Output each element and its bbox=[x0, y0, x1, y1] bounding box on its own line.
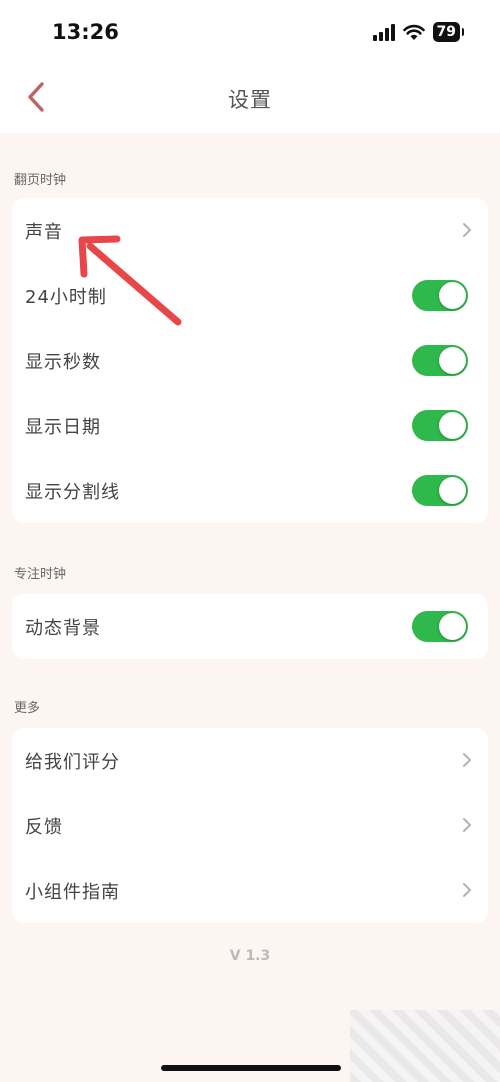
feedback-label: 反馈 bbox=[25, 816, 63, 838]
status-icons: 79 bbox=[372, 22, 465, 42]
show-divider-label: 显示分割线 bbox=[25, 481, 120, 503]
chevron-right-icon bbox=[463, 818, 472, 832]
dynamic-background-toggle[interactable] bbox=[412, 611, 468, 642]
show-divider-row: 显示分割线 bbox=[12, 458, 488, 523]
sound-row[interactable]: 声音 bbox=[12, 198, 488, 263]
show-seconds-row: 显示秒数 bbox=[12, 328, 488, 393]
header: 13:26 79 设置 bbox=[0, 0, 500, 133]
section-label-flip-clock: 翻页时钟 bbox=[14, 173, 67, 188]
rate-us-row[interactable]: 给我们评分 bbox=[12, 728, 488, 793]
dynamic-background-row: 动态背景 bbox=[12, 594, 488, 659]
watermark-pattern bbox=[350, 1010, 500, 1082]
sound-label: 声音 bbox=[25, 221, 63, 243]
show-seconds-label: 显示秒数 bbox=[25, 351, 101, 373]
home-indicator[interactable] bbox=[161, 1065, 341, 1071]
focus-clock-settings-card: 动态背景 bbox=[12, 594, 488, 659]
24-hour-toggle[interactable] bbox=[412, 280, 468, 311]
24-hour-row: 24小时制 bbox=[12, 263, 488, 328]
chevron-right-icon bbox=[463, 883, 472, 897]
widget-guide-label: 小组件指南 bbox=[25, 881, 120, 903]
rate-us-label: 给我们评分 bbox=[25, 751, 120, 773]
toggle-knob bbox=[439, 613, 466, 640]
24-hour-label: 24小时制 bbox=[25, 286, 107, 308]
battery-icon: 79 bbox=[432, 22, 465, 42]
status-time: 13:26 bbox=[52, 20, 119, 44]
section-label-focus-clock: 专注时钟 bbox=[14, 567, 67, 582]
cellular-signal-icon bbox=[372, 23, 395, 41]
toggle-knob bbox=[439, 412, 466, 439]
show-divider-toggle[interactable] bbox=[412, 475, 468, 506]
widget-guide-row[interactable]: 小组件指南 bbox=[12, 858, 488, 923]
section-label-more: 更多 bbox=[14, 701, 41, 716]
feedback-row[interactable]: 反馈 bbox=[12, 793, 488, 858]
show-date-toggle[interactable] bbox=[412, 410, 468, 441]
show-seconds-toggle[interactable] bbox=[412, 345, 468, 376]
wifi-icon bbox=[402, 24, 425, 40]
toggle-knob bbox=[439, 477, 466, 504]
page-title: 设置 bbox=[228, 88, 272, 112]
settings-screen: 13:26 79 设置 翻页时钟 声音 24小时制 显示秒数 显示日期 显示分割… bbox=[0, 0, 500, 1082]
more-settings-card: 给我们评分 反馈 小组件指南 bbox=[12, 728, 488, 923]
show-date-label: 显示日期 bbox=[25, 416, 101, 438]
chevron-right-icon bbox=[463, 753, 472, 767]
app-version: V 1.3 bbox=[229, 948, 271, 964]
show-date-row: 显示日期 bbox=[12, 393, 488, 458]
toggle-knob bbox=[439, 347, 466, 374]
toggle-knob bbox=[439, 282, 466, 309]
chevron-right-icon bbox=[463, 223, 472, 237]
flip-clock-settings-card: 声音 24小时制 显示秒数 显示日期 显示分割线 bbox=[12, 198, 488, 523]
dynamic-background-label: 动态背景 bbox=[25, 617, 101, 639]
